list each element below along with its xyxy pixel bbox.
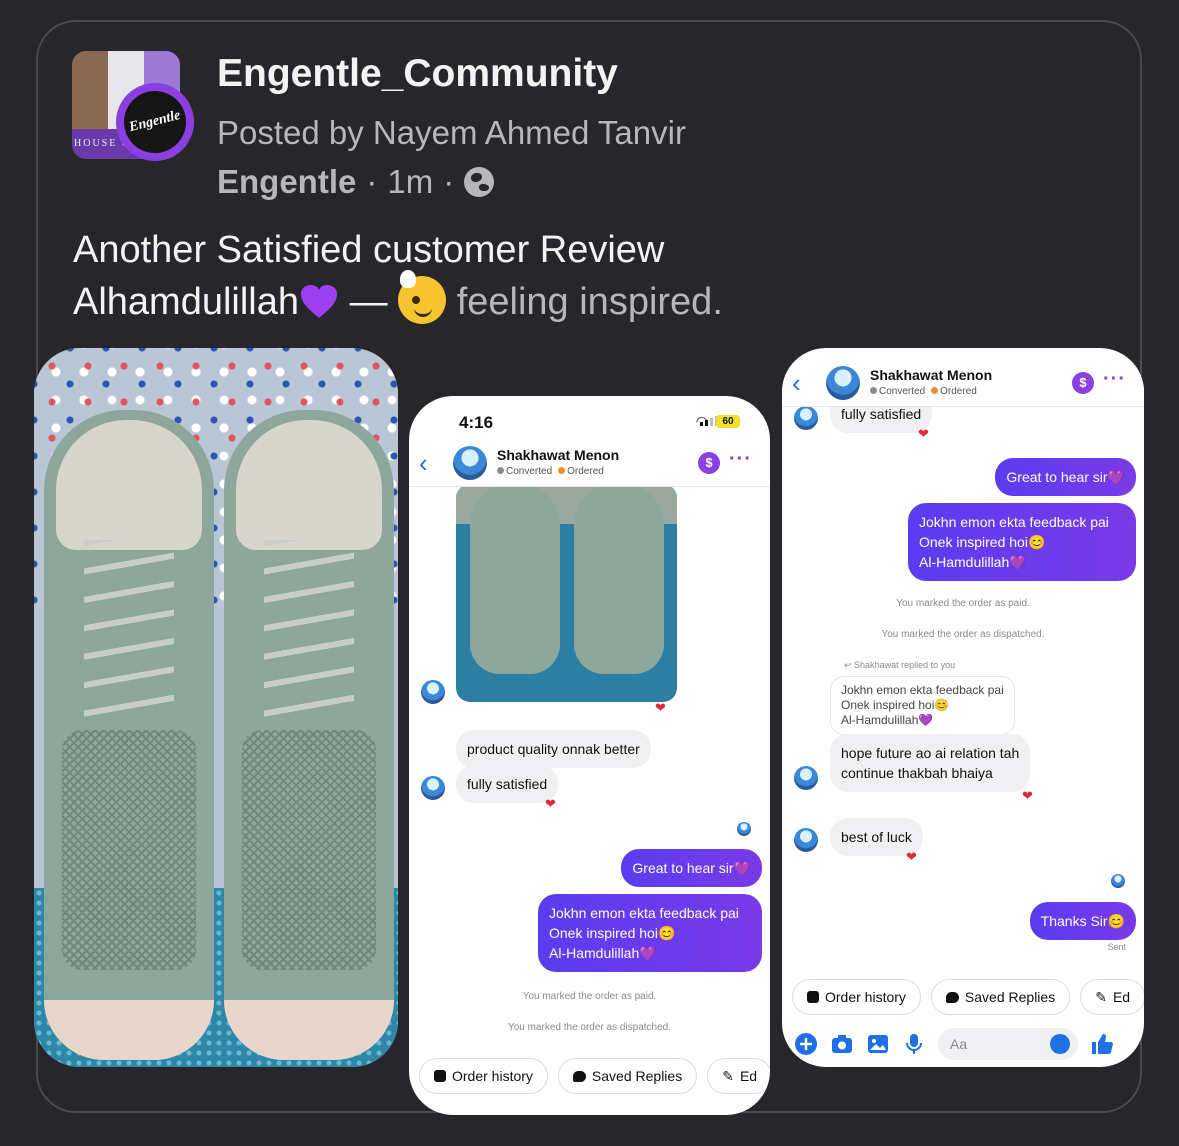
back-icon[interactable]: ‹	[792, 368, 801, 399]
group-name[interactable]: Engentle_Community	[217, 52, 618, 96]
sent-status: Sent	[1107, 942, 1126, 952]
system-message: You marked the order as paid.	[896, 598, 1030, 609]
heart-reaction: ❤	[655, 700, 666, 715]
feeling-text: feeling inspired.	[456, 281, 723, 323]
status-bar: 4:16 ◠ 60	[409, 396, 770, 446]
camera-icon[interactable]	[830, 1032, 854, 1056]
sender-avatar	[421, 680, 445, 704]
group-avatar[interactable]: HOUSE OF Engentle	[72, 51, 194, 161]
posted-by[interactable]: Posted by Nayem Ahmed Tanvir	[217, 114, 686, 152]
gallery-icon[interactable]	[866, 1032, 890, 1056]
read-receipt-avatar	[737, 822, 751, 836]
globe-icon	[464, 167, 495, 197]
contact-name[interactable]: Shakhawat Menon	[870, 367, 992, 383]
message-outgoing[interactable]: Jokhn emon ekta feedback pai Onek inspir…	[538, 894, 762, 972]
shared-shoe-photo[interactable]	[456, 484, 677, 702]
meta-separator: ·	[443, 163, 455, 200]
caption-line-2: Alhamdulillah — feeling inspired.	[73, 270, 723, 328]
message-outgoing[interactable]: Jokhn emon ekta feedback pai Onek inspir…	[908, 503, 1136, 581]
order-history-chip[interactable]: Order history	[792, 979, 921, 1015]
contact-status: Converted Ordered	[870, 386, 977, 397]
post-time[interactable]: 1m	[387, 163, 433, 201]
message-outgoing[interactable]: Thanks Sir😊	[1029, 902, 1136, 940]
post-caption: Another Satisfied customer Review Alhamd…	[73, 225, 723, 328]
message-outgoing[interactable]: Great to hear sir💜	[995, 458, 1136, 496]
post-photo-shoes[interactable]	[34, 348, 398, 1067]
contact-name[interactable]: Shakhawat Menon	[497, 447, 619, 463]
pencil-icon: ✎	[722, 1068, 734, 1084]
caption-line-1: Another Satisfied customer Review	[73, 229, 665, 271]
reply-label: ↩ Shakhawat replied to you	[844, 660, 956, 670]
edit-chip[interactable]: ✎ Ed	[707, 1058, 770, 1094]
contact-status: Converted Ordered	[497, 466, 604, 477]
contact-avatar[interactable]	[826, 366, 860, 400]
edit-chip[interactable]: ✎ Ed	[1080, 979, 1144, 1015]
more-icon[interactable]: ···	[1103, 368, 1126, 391]
order-history-chip[interactable]: Order history	[419, 1058, 548, 1094]
message-incoming[interactable]: product quality onnak better	[456, 730, 651, 768]
saved-replies-icon	[945, 991, 959, 1003]
heart-reaction: ❤	[1022, 788, 1033, 803]
inspired-face-icon	[398, 270, 447, 324]
sender-avatar	[794, 766, 818, 790]
post-photo-chat-1[interactable]: 4:16 ◠ 60 ‹ Shakhawat Menon Converted Or…	[409, 396, 770, 1115]
purple-heart-icon	[301, 285, 338, 318]
status-time: 4:16	[459, 413, 494, 432]
saved-replies-chip[interactable]: Saved Replies	[557, 1058, 698, 1094]
saved-replies-icon	[572, 1070, 586, 1082]
heart-reaction: ❤	[545, 796, 556, 811]
sender-avatar	[421, 776, 445, 800]
quick-actions: Order history Saved Replies ✎ Ed	[782, 979, 1144, 1015]
order-history-icon	[434, 1070, 446, 1082]
post-meta: Engentle · 1m ·	[217, 163, 495, 201]
sender-avatar	[794, 828, 818, 852]
sender-avatar	[794, 406, 818, 430]
heart-reaction: ❤	[906, 849, 917, 864]
read-receipt-avatar	[1111, 874, 1125, 888]
meta-separator: ·	[366, 163, 378, 200]
back-icon[interactable]: ‹	[419, 448, 428, 479]
message-incoming[interactable]: hope future ao ai relation tah continue …	[830, 734, 1031, 792]
caption-dash: —	[349, 281, 388, 323]
thumbs-up-icon[interactable]	[1090, 1032, 1114, 1056]
dollar-icon[interactable]: $	[1072, 372, 1094, 394]
chat-header: ‹ Shakhawat Menon Converted Ordered $ ··…	[782, 362, 1144, 407]
system-message: You marked the order as dispatched.	[881, 629, 1045, 640]
system-message: You marked the order as paid.	[522, 991, 657, 1002]
order-history-icon	[807, 991, 819, 1003]
emoji-icon[interactable]	[1050, 1034, 1070, 1054]
chat-header: ‹ Shakhawat Menon Converted Ordered $ ··…	[409, 442, 770, 487]
heart-reaction: ❤	[918, 426, 929, 441]
battery-icon: 60	[716, 415, 740, 428]
engentle-logo: Engentle	[116, 83, 194, 161]
dollar-icon[interactable]: $	[698, 452, 720, 474]
right-shoe	[224, 410, 394, 1060]
post-photo-chat-2[interactable]: ‹ Shakhawat Menon Converted Ordered $ ··…	[782, 348, 1144, 1067]
contact-avatar[interactable]	[453, 446, 487, 480]
message-incoming[interactable]: fully satisfied	[456, 765, 559, 803]
microphone-icon[interactable]	[902, 1032, 926, 1056]
message-composer: Aa	[782, 1022, 1144, 1066]
saved-replies-chip[interactable]: Saved Replies	[930, 979, 1071, 1015]
quick-actions: Order history Saved Replies ✎ Ed	[409, 1058, 770, 1094]
quoted-message[interactable]: Jokhn emon ekta feedback pai Onek inspir…	[830, 676, 1015, 735]
system-message: You marked the order as dispatched.	[507, 1022, 672, 1033]
more-icon[interactable]: ···	[729, 448, 752, 471]
plus-icon[interactable]	[794, 1032, 818, 1056]
reply-icon: ↩	[844, 660, 855, 670]
page-name[interactable]: Engentle	[217, 163, 356, 201]
message-outgoing[interactable]: Great to hear sir💜	[621, 849, 762, 887]
pencil-icon: ✎	[1095, 989, 1107, 1005]
left-shoe	[44, 410, 214, 1060]
message-input[interactable]: Aa	[938, 1028, 1078, 1060]
